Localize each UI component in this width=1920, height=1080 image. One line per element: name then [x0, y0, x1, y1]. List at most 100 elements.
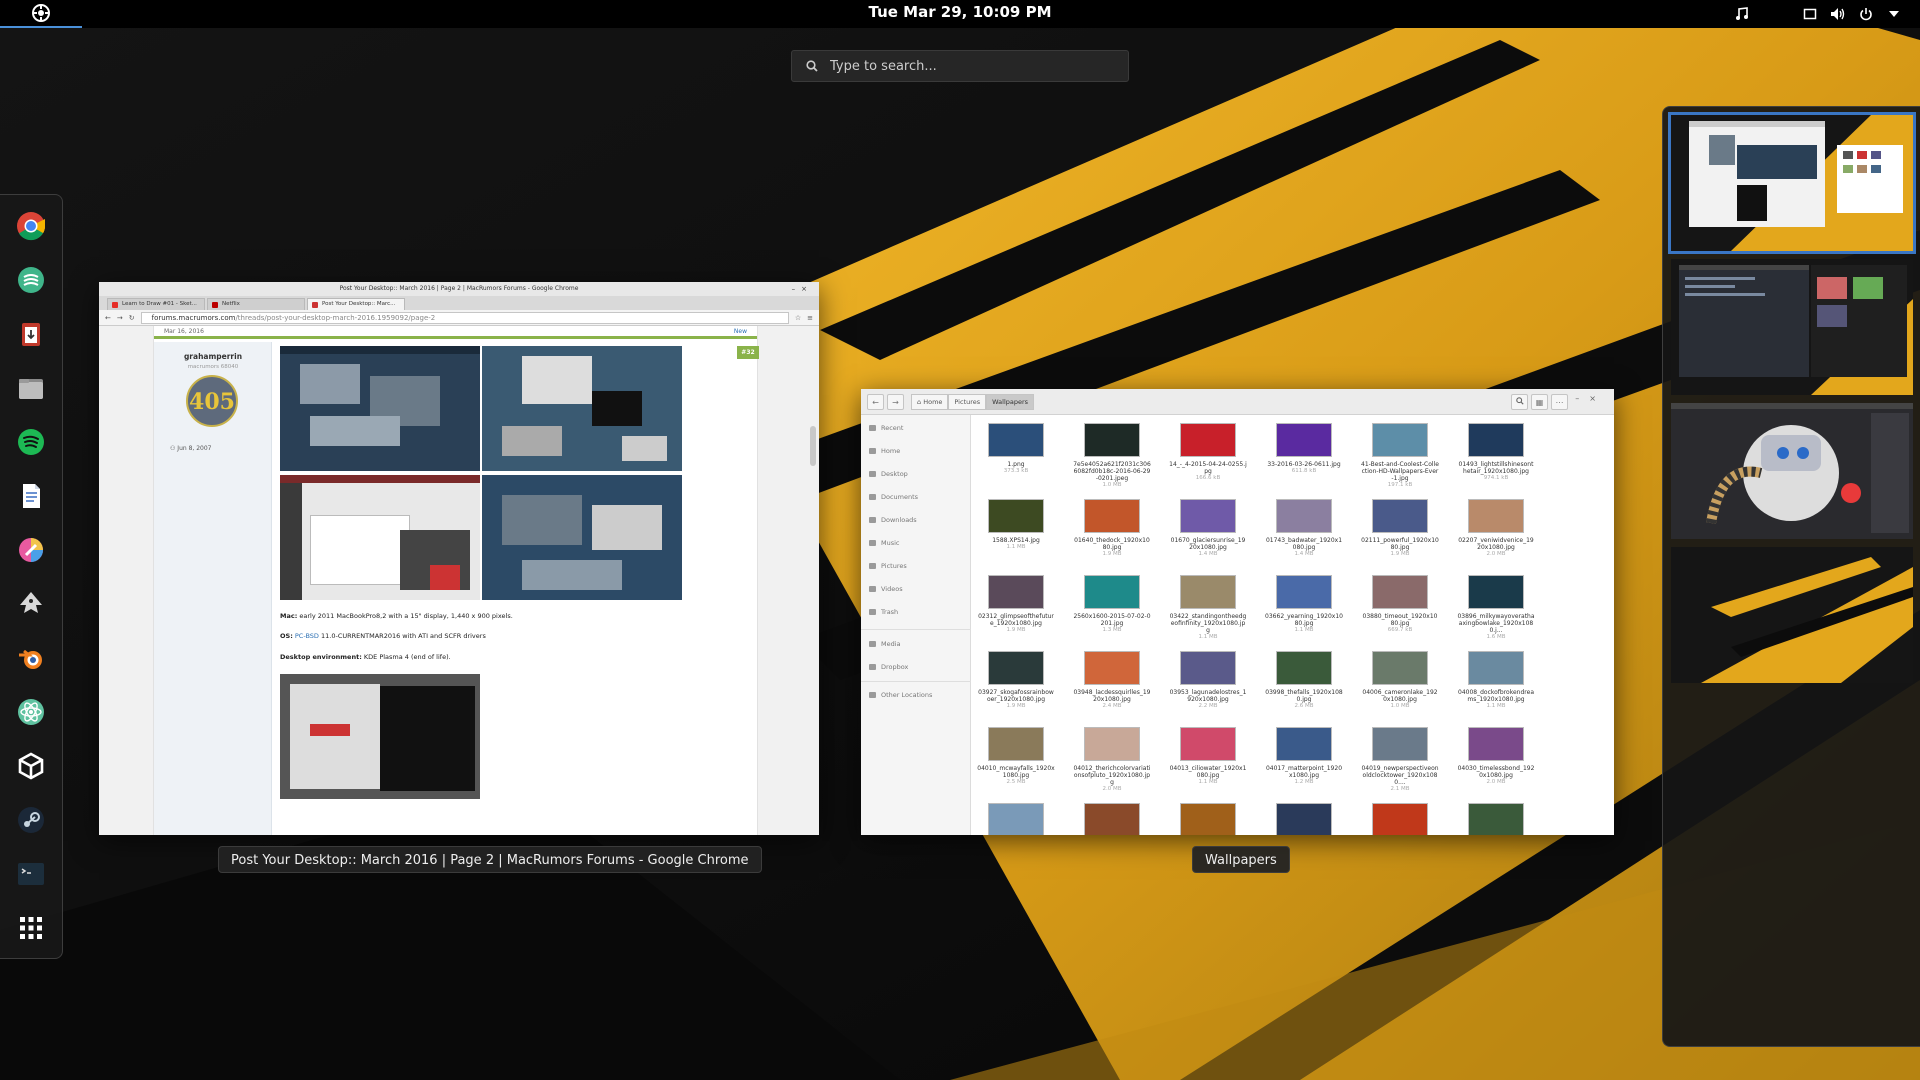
file-item[interactable]: 04008_dockofbrokendreams_1920x1080.jpg 1.…	[1457, 651, 1535, 710]
dock-files[interactable]	[11, 368, 51, 408]
screenshot-image-4[interactable]	[482, 475, 682, 600]
file-item[interactable]: 02111_powerful_1920x1080.jpg 1.9 MB	[1361, 499, 1439, 558]
workspace-3[interactable]	[1671, 403, 1913, 539]
file-item[interactable]: 02312_glimpseofthefuture_1920x1080.jpg 1.…	[977, 575, 1055, 634]
sidebar-item-dropbox[interactable]: Dropbox	[869, 663, 908, 671]
tab-macrumors[interactable]: Post Your Desktop:: Marc...	[307, 298, 405, 310]
file-item[interactable]: 04010_mcwayfalls_1920x1080.jpg 2.5 MB	[977, 727, 1055, 786]
avatar[interactable]: 405	[186, 375, 238, 427]
file-item[interactable]: 03998_thefalls_1920x1080.jpg 2.6 MB	[1265, 651, 1343, 710]
search-box[interactable]	[791, 50, 1129, 82]
sidebar-item-videos[interactable]: Videos	[869, 585, 903, 593]
screenshot-image-5[interactable]	[280, 674, 480, 799]
file-item[interactable]	[1361, 803, 1439, 835]
search-input[interactable]	[830, 58, 1110, 74]
dock-color-picker[interactable]	[11, 530, 51, 570]
file-item[interactable]: 14_-_4-2015-04-24-0255.jpg 166.6 kB	[1169, 423, 1247, 482]
dock-atom[interactable]	[11, 692, 51, 732]
music-icon[interactable]	[1734, 6, 1750, 22]
username[interactable]: grahamperrin	[154, 352, 272, 361]
dock-spotify[interactable]	[11, 422, 51, 462]
file-item[interactable]: 01670_glaciersunrise_1920x1080.jpg 1.4 MB	[1169, 499, 1247, 558]
file-item[interactable]: 04019_newperspectiveonoldclocktower_1920…	[1361, 727, 1439, 793]
file-item[interactable]	[977, 803, 1055, 835]
file-item[interactable]	[1073, 803, 1151, 835]
window-controls[interactable]: –×	[1575, 394, 1606, 403]
file-item[interactable]: 02207_veniwidvenice_1920x1080.jpg 2.0 MB	[1457, 499, 1535, 558]
file-item[interactable]	[1265, 803, 1343, 835]
sidebar-item-desktop[interactable]: Desktop	[869, 470, 908, 478]
file-item[interactable]: 33-2016-03-26-0611.jpg 611.8 kB	[1265, 423, 1343, 475]
file-item[interactable]: 04017_matterpoint_1920x1080.jpg 1.2 MB	[1265, 727, 1343, 786]
file-item[interactable]: 7e5e4052a621f2031c3066082fd0b18c-2016-06…	[1073, 423, 1151, 489]
back-button[interactable]: ←	[867, 394, 884, 410]
sidebar-item-music[interactable]: Music	[869, 539, 900, 547]
crumb-wallpapers[interactable]: Wallpapers	[986, 394, 1035, 410]
chevron-down-icon[interactable]	[1886, 6, 1902, 22]
pc-bsd-link[interactable]: PC-BSD	[295, 632, 319, 640]
activities-button[interactable]	[0, 0, 82, 28]
sidebar-item-recent[interactable]: Recent	[869, 424, 903, 432]
bookmark-star-icon[interactable]: ☆	[795, 314, 801, 322]
screenshot-image-3[interactable]	[280, 475, 480, 600]
dock-app-grid[interactable]	[11, 908, 51, 948]
menu-icon[interactable]: ≡	[807, 314, 813, 322]
volume-icon[interactable]	[1830, 6, 1846, 22]
screenshot-image-2[interactable]	[482, 346, 682, 471]
file-item[interactable]: 04030_timelessbond_1920x1080.jpg 2.0 MB	[1457, 727, 1535, 786]
dock-chrome[interactable]	[11, 206, 51, 246]
dock-inkscape[interactable]	[11, 584, 51, 624]
forward-button[interactable]: →	[887, 394, 904, 410]
file-item[interactable]	[1457, 803, 1535, 835]
file-item[interactable]: 41-Best-and-Coolest-Collection-HD-Wallpa…	[1361, 423, 1439, 489]
file-item[interactable]: 03927_skogafossrainbowoer_1920x1080.jpg 1…	[977, 651, 1055, 710]
dock-steam[interactable]	[11, 800, 51, 840]
menu-button[interactable]: ⋯	[1551, 394, 1568, 410]
screenshot-image-1[interactable]	[280, 346, 480, 471]
dock-terminal[interactable]	[11, 854, 51, 894]
file-item[interactable]: 01640_thedock_1920x1080.jpg 1.9 MB	[1073, 499, 1151, 558]
sidebar-item-trash[interactable]: Trash	[869, 608, 898, 616]
file-item[interactable]: 01743_badwater_1920x1080.jpg 1.4 MB	[1265, 499, 1343, 558]
sidebar-item-other-locations[interactable]: Other Locations	[869, 691, 932, 699]
forward-icon[interactable]: →	[117, 314, 123, 322]
search-button[interactable]	[1511, 394, 1528, 410]
sidebar-item-pictures[interactable]: Pictures	[869, 562, 907, 570]
reload-icon[interactable]: ↻	[129, 314, 135, 322]
workspace-4[interactable]	[1671, 547, 1913, 683]
address-bar[interactable]: forums.macrumors.com/threads/post-your-d…	[140, 311, 789, 324]
files-window-caption[interactable]: Wallpapers	[1192, 846, 1290, 873]
dock-blender[interactable]	[11, 638, 51, 678]
file-item[interactable]: 03953_lagunadelostres_1920x1080.jpg 2.2 M…	[1169, 651, 1247, 710]
file-item[interactable]: 04006_cameronlake_1920x1080.jpg 1.0 MB	[1361, 651, 1439, 710]
crumb-pictures[interactable]: Pictures	[948, 394, 987, 410]
sidebar-item-media[interactable]: Media	[869, 640, 901, 648]
sidebar-item-home[interactable]: Home	[869, 447, 900, 455]
file-item[interactable]: 04012_therichcolorvariationsofpluto_1920…	[1073, 727, 1151, 793]
chrome-window-caption[interactable]: Post Your Desktop:: March 2016 | Page 2 …	[218, 846, 762, 873]
dock-marker[interactable]	[11, 260, 51, 300]
file-item[interactable]: 03948_lacdessquirlles_1920x1080.jpg 2.4 M…	[1073, 651, 1151, 710]
view-toggle-button[interactable]: ▦	[1531, 394, 1548, 410]
sidebar-item-documents[interactable]: Documents	[869, 493, 918, 501]
file-item[interactable]: 2560x1600-2015-07-02-0201.jpg 1.3 MB	[1073, 575, 1151, 634]
file-item[interactable]: 03896_milkywayoverathaaxingbowlake_1920x…	[1457, 575, 1535, 641]
file-item[interactable]: 03662_yearning_1920x1080.jpg 1.1 MB	[1265, 575, 1343, 634]
power-icon[interactable]	[1858, 6, 1874, 22]
chrome-window[interactable]: Post Your Desktop:: March 2016 | Page 2 …	[99, 282, 819, 835]
dock-document[interactable]	[11, 476, 51, 516]
file-item[interactable]: 1.png 373.3 kB	[977, 423, 1055, 475]
window-icon[interactable]	[1802, 6, 1818, 22]
dock-unity[interactable]	[11, 746, 51, 786]
window-controls[interactable]: –×	[792, 282, 813, 296]
files-window[interactable]: ← → ⌂ Home Pictures Wallpapers ▦ ⋯ –× Re…	[861, 389, 1614, 835]
chrome-titlebar[interactable]: Post Your Desktop:: March 2016 | Page 2 …	[99, 282, 819, 296]
workspace-2[interactable]	[1671, 259, 1913, 395]
workspace-1[interactable]	[1668, 112, 1916, 254]
tab-netflix[interactable]: Netflix	[207, 298, 305, 310]
back-icon[interactable]: ←	[105, 314, 111, 322]
sidebar-item-downloads[interactable]: Downloads	[869, 516, 917, 524]
file-item[interactable]: 1588.XPS14.jpg 1.1 MB	[977, 499, 1055, 551]
file-item[interactable]: 03422_standingontheedgeofinfinity_1920x1…	[1169, 575, 1247, 641]
file-item[interactable]: 04013_ciliowater_1920x1080.jpg 1.1 MB	[1169, 727, 1247, 786]
